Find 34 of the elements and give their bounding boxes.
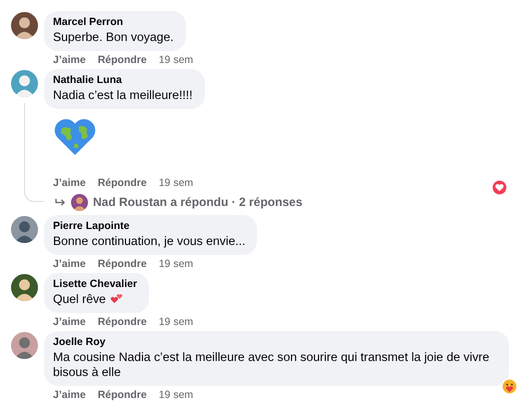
author-name[interactable]: Marcel Perron <box>53 16 174 29</box>
comment-text: Quel rêve <box>53 292 138 307</box>
like-link[interactable]: J’aime <box>53 388 86 400</box>
timestamp[interactable]: 19 sem <box>158 258 194 270</box>
author-name[interactable]: Joelle Roy <box>53 336 497 349</box>
avatar[interactable] <box>11 274 38 301</box>
comment-text: Superbe. Bon voyage. <box>53 30 174 45</box>
like-link[interactable]: J’aime <box>53 316 86 328</box>
author-name[interactable]: Lisette Chevalier <box>53 278 138 291</box>
timestamp[interactable]: 19 sem <box>158 316 194 328</box>
author-name[interactable]: Pierre Lapointe <box>53 220 246 233</box>
avatar[interactable] <box>11 216 38 243</box>
like-link[interactable]: J’aime <box>53 258 86 270</box>
timestamp[interactable]: 19 sem <box>158 54 194 66</box>
comment-text: Bonne continuation, je vous envie... <box>53 234 246 249</box>
like-link[interactable]: J’aime <box>53 176 86 188</box>
reply-link[interactable]: Répondre <box>98 316 147 328</box>
reply-link[interactable]: Répondre <box>98 54 147 66</box>
avatar[interactable] <box>11 332 38 359</box>
avatar <box>71 194 88 210</box>
timestamp[interactable]: 19 sem <box>158 388 194 400</box>
reply-link[interactable]: Répondre <box>98 176 147 188</box>
reply-link[interactable]: Répondre <box>98 388 147 400</box>
heart-reaction-icon[interactable] <box>491 179 508 196</box>
comment-text: Ma cousine Nadia c’est la meilleure avec son sourire qui transmet la joie de vivre bisous à elle <box>53 350 490 380</box>
reply-arrow-icon <box>55 198 66 206</box>
reply-link[interactable]: Répondre <box>98 258 147 270</box>
hug-emoji-icon[interactable] <box>501 378 518 395</box>
like-link[interactable]: J’aime <box>53 54 86 66</box>
timestamp[interactable]: 19 sem <box>158 176 194 188</box>
replies-link[interactable]: Nad Roustan a répondu · 2 réponses <box>93 195 302 209</box>
comment-text: Nadia c’est la meilleure!!!! <box>53 88 193 103</box>
avatar[interactable] <box>11 12 38 39</box>
author-name[interactable]: Nathalie Luna <box>53 74 193 87</box>
